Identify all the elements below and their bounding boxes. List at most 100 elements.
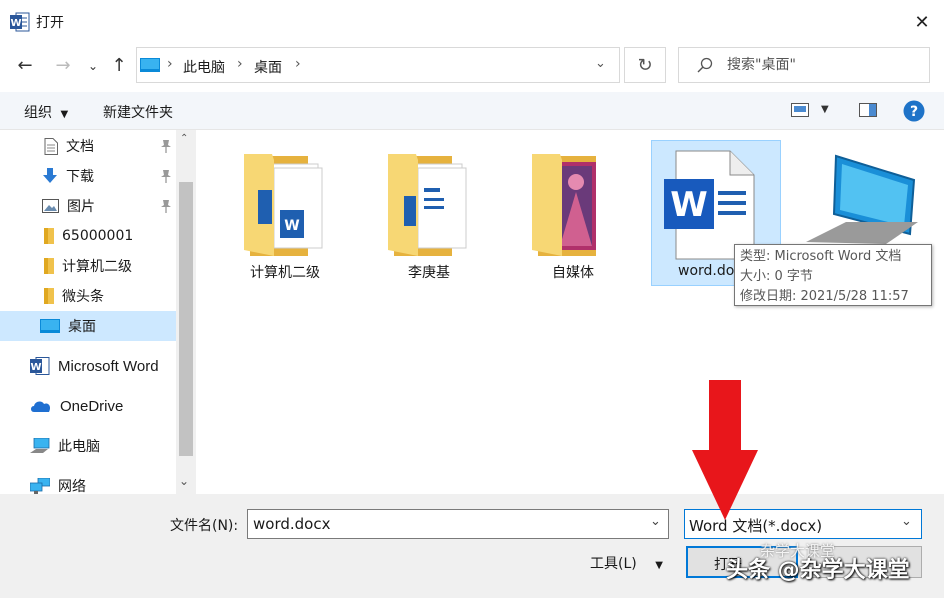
tools-label: 工具(L): [590, 556, 637, 572]
sidebar-item-label: 文档: [66, 139, 94, 155]
svg-text:W: W: [284, 218, 299, 234]
view-options-button[interactable]: [791, 103, 809, 117]
chevron-down-icon: ⌄: [901, 514, 912, 529]
tooltip-size: 大小: 0 字节: [740, 269, 813, 284]
address-bar[interactable]: › 此电脑 › 桌面 › ⌄: [136, 47, 620, 83]
sidebar-item-label: 图片: [67, 199, 95, 215]
tooltip-type: 类型: Microsoft Word 文档: [740, 249, 902, 264]
desktop-icon: [40, 319, 60, 333]
chevron-down-icon: ⌄: [87, 59, 99, 73]
watermark: 头条 @杂学大课堂: [726, 558, 910, 583]
refresh-button[interactable]: ↻: [624, 47, 666, 83]
breadcrumb-separator-icon: ›: [295, 56, 301, 72]
help-button[interactable]: ?: [903, 100, 925, 122]
refresh-icon: ↻: [637, 54, 653, 76]
desktop-icon: [140, 58, 160, 72]
search-input[interactable]: [727, 48, 923, 82]
sidebar-item-label: 微头条: [62, 289, 104, 305]
sidebar-item-label: OneDrive: [60, 397, 124, 415]
caret-down-icon: ▼: [655, 560, 663, 571]
new-folder-button[interactable]: 新建文件夹: [103, 102, 173, 122]
word-app-icon: W: [30, 357, 50, 375]
view-dropdown-button[interactable]: ▼: [821, 104, 829, 115]
svg-text:W: W: [30, 362, 41, 373]
file-name: 自媒体: [552, 265, 594, 281]
file-item-folder[interactable]: 自媒体: [508, 140, 638, 286]
sidebar-item-documents[interactable]: 文档: [0, 131, 176, 161]
document-icon: [44, 137, 58, 155]
recent-locations-button[interactable]: ⌄: [80, 53, 106, 79]
folder-with-documents-icon: [388, 152, 468, 260]
svg-text:W: W: [670, 185, 708, 225]
folder-with-documents-icon: W: [244, 152, 324, 260]
sidebar-scroll-thumb[interactable]: [179, 182, 193, 456]
sidebar-item-label: 网络: [58, 479, 86, 495]
sidebar-item-label: 65000001: [62, 228, 134, 244]
pin-icon: [160, 169, 172, 183]
red-arrow-annotation: [690, 380, 760, 522]
sidebar-item-micro-headline[interactable]: 微头条: [0, 281, 176, 311]
file-tooltip: 类型: Microsoft Word 文档 大小: 0 字节 修改日期: 202…: [734, 244, 932, 306]
search-icon: [697, 57, 713, 73]
sidebar-item-this-pc[interactable]: 此电脑: [0, 431, 176, 461]
organize-label: 组织: [24, 105, 52, 121]
breadcrumb-desktop[interactable]: 桌面: [254, 57, 282, 77]
search-box[interactable]: [678, 47, 930, 83]
svg-text:W: W: [10, 18, 21, 29]
file-item-folder[interactable]: 李庚基: [364, 140, 494, 286]
preview-pane-icon: [859, 103, 877, 117]
computer-icon: [806, 152, 940, 244]
sidebar-item-label: 此电脑: [58, 439, 100, 455]
sidebar-item-label: Microsoft Word: [58, 357, 159, 375]
folder-icon: [44, 258, 54, 274]
sidebar-item-desktop[interactable]: 桌面: [0, 311, 176, 341]
scroll-down-icon[interactable]: ⌄: [179, 474, 189, 488]
filename-label: 文件名(N):: [170, 518, 239, 534]
tooltip-modified: 修改日期: 2021/5/28 11:57: [740, 289, 909, 304]
address-dropdown-button[interactable]: ⌄: [595, 56, 606, 71]
sidebar-item-65000001[interactable]: 65000001: [0, 221, 176, 251]
sidebar-item-label: 计算机二级: [62, 259, 132, 275]
pictures-icon: [42, 199, 59, 213]
sidebar-item-microsoft-word[interactable]: W Microsoft Word: [0, 351, 176, 381]
sidebar-item-onedrive[interactable]: OneDrive: [0, 391, 176, 421]
back-button[interactable]: ←: [12, 52, 38, 78]
file-name: 计算机二级: [250, 265, 320, 281]
forward-button[interactable]: →: [50, 52, 76, 78]
caret-down-icon: ▼: [60, 109, 69, 120]
folder-icon: [44, 228, 54, 244]
folder-icon: [44, 288, 54, 304]
pin-icon: [160, 139, 172, 153]
breadcrumb-this-pc[interactable]: 此电脑: [183, 57, 225, 77]
pin-icon: [160, 199, 172, 213]
help-icon: ?: [903, 100, 925, 122]
svg-text:?: ?: [910, 104, 918, 120]
file-name: 李庚基: [408, 265, 450, 281]
caret-down-icon: ▼: [821, 104, 829, 115]
filename-value: word.docx: [253, 515, 331, 533]
arrow-right-icon: →: [55, 54, 71, 76]
network-icon: [30, 478, 50, 494]
sidebar-item-downloads[interactable]: 下载: [0, 161, 176, 191]
tools-button[interactable]: 工具(L) ▼: [590, 553, 663, 573]
word-app-icon: W: [10, 12, 30, 32]
close-button[interactable]: ✕: [904, 6, 940, 38]
organize-button[interactable]: 组织 ▼: [24, 102, 68, 122]
sidebar-item-label: 下载: [66, 169, 94, 185]
close-icon: ✕: [914, 11, 930, 33]
chevron-down-icon: ⌄: [650, 514, 661, 529]
computer-icon: [30, 438, 50, 454]
sidebar-item-label: 桌面: [68, 319, 96, 335]
window-title: 打开: [36, 15, 64, 31]
sidebar-item-pictures[interactable]: 图片: [0, 191, 176, 221]
preview-pane-button[interactable]: [859, 103, 877, 117]
file-item-folder[interactable]: W 计算机二级: [220, 140, 350, 286]
breadcrumb-separator-icon: ›: [237, 56, 243, 72]
up-button[interactable]: ↑: [106, 52, 132, 78]
filename-input[interactable]: word.docx ⌄: [247, 509, 669, 539]
sidebar-item-computer-level2[interactable]: 计算机二级: [0, 251, 176, 281]
navigation-pane: 文档 下载 图片 65000001 计算机二级 微头条 桌面 W Microso…: [0, 130, 196, 495]
arrow-left-icon: ←: [17, 54, 33, 76]
view-icon: [791, 103, 809, 117]
scroll-up-icon[interactable]: ⌃: [180, 133, 188, 144]
